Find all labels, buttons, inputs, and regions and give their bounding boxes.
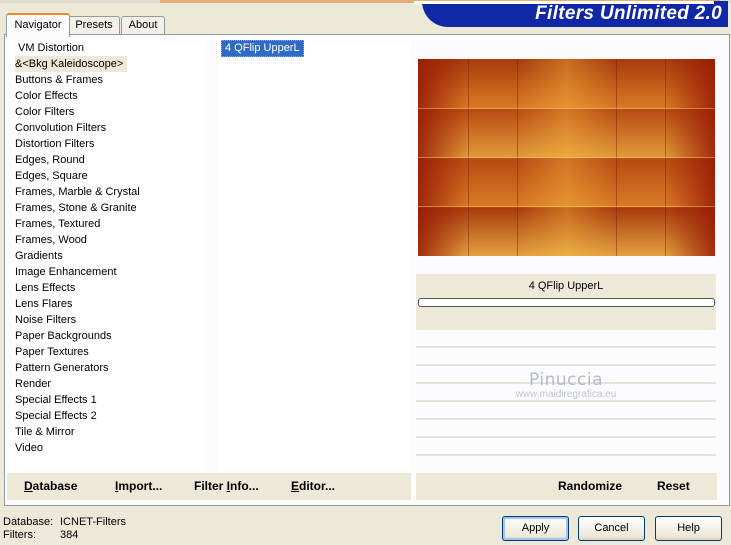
filter-list[interactable]: 4 QFlip UpperL (219, 40, 410, 471)
category-item[interactable]: Edges, Round (11, 152, 204, 168)
watermark-url: www.maidiregrafica.eu (515, 389, 617, 400)
category-label: Special Effects 2 (15, 410, 97, 422)
status-filters-label: Filters: (3, 529, 36, 541)
watermark: Pinuccia www.maidiregrafica.eu (416, 370, 716, 400)
category-label: VM Distortion (18, 42, 85, 54)
category-item[interactable]: Noise Filters (11, 312, 204, 328)
filter-item[interactable]: 4 QFlip UpperL (219, 40, 410, 57)
filter-info-area: 4 QFlip UpperL (416, 274, 716, 330)
category-label: Lens Flares (15, 298, 73, 310)
progress-bar (418, 298, 715, 307)
category-label: Pattern Generators (15, 362, 109, 374)
category-item[interactable]: Frames, Stone & Granite (11, 200, 204, 216)
right-button-strip: Randomize Reset (416, 473, 717, 500)
category-label: Frames, Wood (15, 234, 87, 246)
category-item[interactable]: Color Filters (11, 104, 204, 120)
category-label: Frames, Marble & Crystal (15, 186, 140, 198)
category-item[interactable]: Paper Textures (11, 344, 204, 360)
title-banner: Filters Unlimited 2.0 (414, 1, 728, 27)
category-item[interactable]: Edges, Square (11, 168, 204, 184)
category-item[interactable]: Tile & Mirror (11, 424, 204, 440)
parameter-sliders-area (416, 330, 716, 472)
category-label: &<Bkg Kaleidoscope> (15, 56, 128, 72)
category-item[interactable]: Render (11, 376, 204, 392)
category-label: Convolution Filters (15, 122, 107, 134)
category-label: Image Enhancement (15, 266, 117, 278)
category-item[interactable]: Frames, Textured (11, 216, 204, 232)
category-label: Buttons & Frames (15, 74, 104, 86)
category-item[interactable]: Special Effects 1 (11, 392, 204, 408)
cancel-button[interactable]: Cancel (578, 516, 645, 541)
database-button[interactable]: Database (24, 479, 77, 493)
status-database-value: ICNET-Filters (60, 516, 126, 528)
category-label: Special Effects 1 (15, 394, 97, 406)
category-item[interactable]: Buttons & Frames (11, 72, 204, 88)
category-item[interactable]: Lens Effects (11, 280, 204, 296)
category-item[interactable]: VM Distortion (11, 40, 204, 56)
category-item[interactable]: Frames, Marble & Crystal (11, 184, 204, 200)
category-label: Paper Backgrounds (15, 330, 112, 342)
watermark-name: Pinuccia (529, 370, 603, 390)
tab-navigator[interactable]: Navigator (6, 13, 70, 37)
category-item[interactable]: Color Effects (11, 88, 204, 104)
randomize-button[interactable]: Randomize (558, 479, 622, 493)
category-label: Edges, Round (15, 154, 85, 166)
preview-image (418, 59, 715, 256)
left-button-strip: Database Import... Filter Info... Editor… (7, 473, 411, 500)
category-item[interactable]: Gradients (11, 248, 204, 264)
category-label: Render (15, 378, 52, 390)
category-item[interactable]: Frames, Wood (11, 232, 204, 248)
category-label: Noise Filters (15, 314, 77, 326)
import-button[interactable]: Import... (115, 479, 162, 493)
category-label: Edges, Square (15, 170, 88, 182)
apply-button[interactable]: Apply (502, 516, 569, 541)
category-label: Lens Effects (15, 282, 76, 294)
category-label: Tile & Mirror (15, 426, 75, 438)
status-database-label: Database: (3, 516, 54, 528)
category-item[interactable]: Lens Flares (11, 296, 204, 312)
category-label: Paper Textures (15, 346, 89, 358)
category-item[interactable]: Video (11, 440, 204, 456)
category-list[interactable]: VM Distortion &<Bkg Kaleidoscope> Buttons … (11, 40, 204, 471)
filter-name-label: 4 QFlip UpperL (528, 280, 604, 292)
category-item[interactable]: Special Effects 2 (11, 408, 204, 424)
filter-info-button[interactable]: Filter Info... (194, 479, 259, 493)
category-label: Frames, Textured (15, 218, 101, 230)
category-label: Distortion Filters (15, 138, 95, 150)
category-item[interactable]: &<Bkg Kaleidoscope> (11, 56, 204, 72)
category-label: Color Filters (15, 106, 75, 118)
app-title: Filters Unlimited 2.0 (535, 3, 722, 24)
category-label: Gradients (15, 250, 63, 262)
status-filters-value: 384 (60, 529, 79, 541)
category-item[interactable]: Image Enhancement (11, 264, 204, 280)
editor-button[interactable]: Editor... (291, 479, 335, 493)
category-label: Color Effects (15, 90, 78, 102)
category-item[interactable]: Distortion Filters (11, 136, 204, 152)
category-item[interactable]: Convolution Filters (11, 120, 204, 136)
category-label: Video (15, 442, 43, 454)
reset-button[interactable]: Reset (657, 479, 690, 493)
category-label: Frames, Stone & Granite (15, 202, 137, 214)
category-item[interactable]: Paper Backgrounds (11, 328, 204, 344)
tab-about[interactable]: About (121, 16, 165, 35)
filter-label: 4 QFlip UpperL (221, 40, 304, 57)
help-button[interactable]: Help (655, 516, 722, 541)
category-item[interactable]: Pattern Generators (11, 360, 204, 376)
tab-presets[interactable]: Presets (68, 16, 120, 35)
